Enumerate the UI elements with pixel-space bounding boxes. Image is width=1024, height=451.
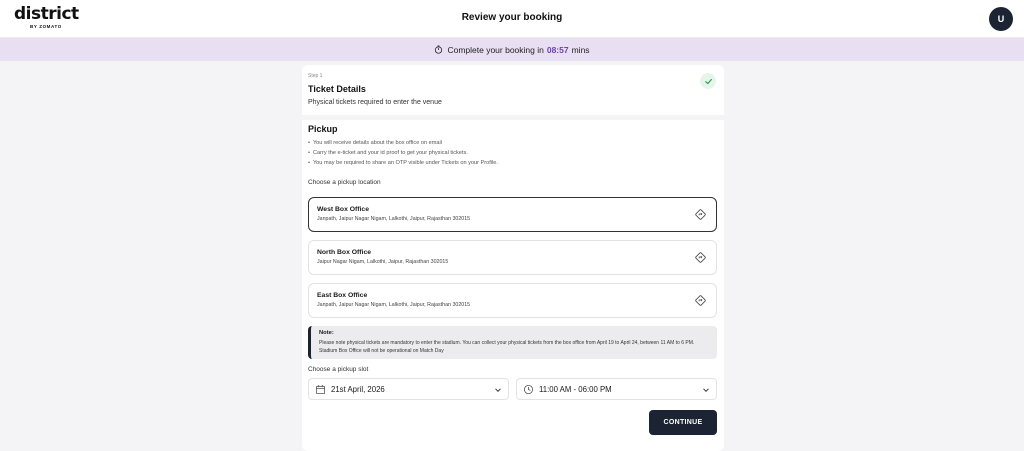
step-complete-check-icon <box>700 73 716 89</box>
chevron-down-icon <box>495 388 501 393</box>
step-label: Step 1 <box>308 73 323 79</box>
stopwatch-icon <box>435 45 443 54</box>
section-divider <box>302 115 724 120</box>
pickup-location-east[interactable]: East Box Office Janpath, Jaipur Nagar Ni… <box>308 283 717 318</box>
directions-icon[interactable] <box>695 209 706 220</box>
pickup-instruction: You may be required to share an OTP visi… <box>308 158 708 168</box>
directions-icon[interactable] <box>695 252 706 263</box>
pickup-date-select[interactable]: 21st April, 2026 <box>308 378 509 400</box>
clock-icon <box>523 384 534 395</box>
pickup-location-west[interactable]: West Box Office Janpath, Jaipur Nagar Ni… <box>308 197 717 232</box>
page-title: Review your booking <box>461 12 563 23</box>
chevron-down-icon <box>703 388 709 393</box>
user-avatar[interactable]: U <box>989 7 1013 31</box>
selected-date: 21st April, 2026 <box>331 385 385 394</box>
pickup-instruction: Carry the e-ticket and your id proof to … <box>308 148 708 158</box>
note-body: Please note physical tickets are mandato… <box>319 340 695 354</box>
continue-button[interactable]: CONTINUE <box>649 410 717 435</box>
timer-suffix: mins <box>571 44 590 55</box>
pickup-location-north[interactable]: North Box Office Jaipur Nagar Nigam, Lal… <box>308 240 717 275</box>
booking-timer-bar: Complete your booking in 08:57 mins <box>0 38 1024 61</box>
note-title: Note: <box>319 330 334 336</box>
choose-slot-label: Choose a pickup slot <box>308 366 369 373</box>
step-title: Ticket Details <box>308 84 366 94</box>
timer-prefix: Complete your booking in <box>447 44 544 55</box>
location-address: Jaipur Nagar Nigam, Lalkothi, Jaipur, Ra… <box>317 259 449 265</box>
booking-card: Step 1 Ticket Details Physical tickets r… <box>302 65 724 451</box>
top-bar: district BY ZOMATO Review your booking U <box>0 0 1024 38</box>
choose-location-label: Choose a pickup location <box>308 179 381 186</box>
location-address: Janpath, Jaipur Nagar Nigam, Lalkothi, J… <box>317 216 471 222</box>
calendar-icon <box>315 385 326 395</box>
step-subtitle: Physical tickets required to enter the v… <box>308 99 442 106</box>
logo-subtitle: BY ZOMATO <box>30 24 62 29</box>
location-name: West Box Office <box>317 206 369 213</box>
pickup-instruction: You will receive details about the box o… <box>308 138 708 148</box>
pickup-time-select[interactable]: 11:00 AM - 06:00 PM <box>516 378 717 400</box>
directions-icon[interactable] <box>695 295 706 306</box>
pickup-instructions: You will receive details about the box o… <box>308 138 708 168</box>
location-name: East Box Office <box>317 292 368 299</box>
timer-countdown: 08:57 <box>546 44 569 55</box>
avatar-initial: U <box>997 14 1005 24</box>
pickup-title: Pickup <box>308 124 338 134</box>
selected-time: 11:00 AM - 06:00 PM <box>539 385 612 394</box>
pickup-note: Note: Please note physical tickets are m… <box>308 326 717 359</box>
location-name: North Box Office <box>317 249 372 256</box>
location-address: Janpath, Jaipur Nagar Nigam, Lalkothi, J… <box>317 302 471 308</box>
